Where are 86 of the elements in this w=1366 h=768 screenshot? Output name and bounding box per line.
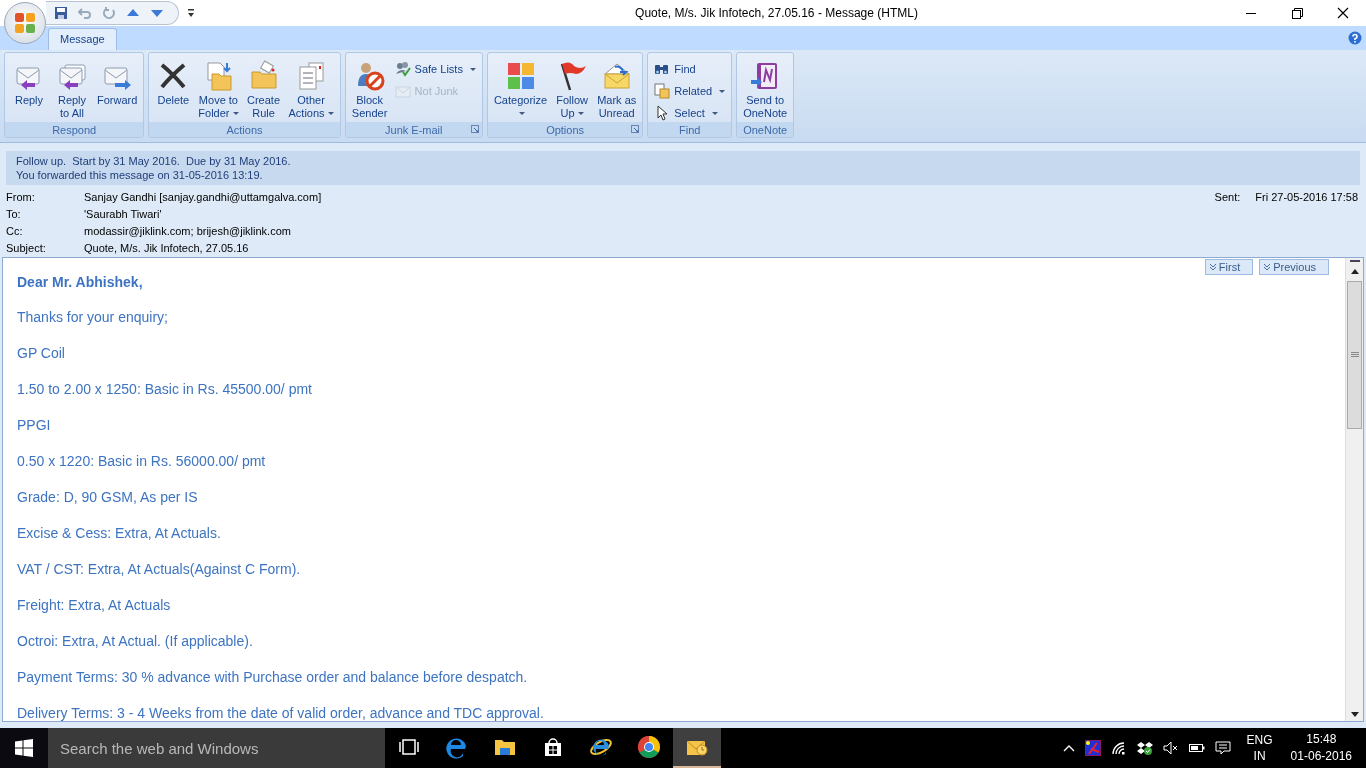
header-value: modassir@jiklink.com; brijesh@jiklink.com — [84, 224, 291, 237]
ribbon-button[interactable]: Forward — [94, 56, 141, 109]
info-text: You forwarded this message on 31-05-2016 13:19. — [16, 168, 264, 182]
caret-icon — [719, 89, 726, 93]
double-chevron-icon — [1208, 263, 1217, 271]
start-button[interactable] — [0, 728, 48, 768]
window-title: Quote, M/s. Jik Infotech, 27.05.16 - Message (HTML) — [634, 6, 919, 20]
group-label: Junk E-mail — [385, 123, 443, 136]
message-paragraph: Excise & Cess: Extra, At Actuals. — [17, 524, 221, 543]
nav-button[interactable]: First — [1204, 259, 1254, 275]
notification-icon[interactable] — [1214, 740, 1231, 756]
documents-icon — [654, 83, 671, 99]
caret-icon — [327, 112, 334, 115]
message-paragraph: Dear Mr. Abhishek, — [17, 273, 143, 292]
chrome-ball-icon — [637, 735, 661, 759]
double-chevron-icon — [1263, 263, 1272, 271]
save-icon[interactable] — [54, 6, 68, 20]
header-label: To: — [6, 207, 22, 220]
group-label: Find — [679, 123, 701, 136]
group-label: Respond — [52, 123, 97, 136]
message-paragraph: 0.50 x 1220: Basic in Rs. 56000.00/ pmt — [17, 452, 266, 471]
ribbon-button[interactable]: Reply to All — [51, 56, 93, 122]
caret-icon — [469, 67, 476, 71]
message-paragraph: Thanks for your enquiry; — [17, 308, 168, 327]
speaker-muted-icon[interactable] — [1162, 741, 1179, 755]
ribbon-button[interactable]: Other Actions — [285, 56, 337, 122]
message-paragraph: VAT / CST: Extra, At Actuals(Against C Form). — [17, 560, 301, 579]
sent-value: Fri 27-05-2016 17:58 — [1255, 190, 1358, 203]
message-paragraph: Grade: D, 90 GSM, As per IS — [17, 488, 198, 507]
search-field[interactable]: Search the web and Windows — [48, 728, 385, 768]
wifi-icon[interactable] — [1110, 741, 1127, 755]
ribbon-button[interactable]: Delete — [152, 56, 195, 109]
message-paragraph: Freight: Extra, At Actuals — [17, 596, 171, 615]
caret-icon — [711, 111, 718, 115]
ribbon-button[interactable]: Send to OneNote — [740, 56, 791, 122]
customize-caret-icon[interactable] — [187, 8, 195, 18]
header-value: Sanjay Gandhi [sanjay.gandhi@uttamgalva.com] — [84, 190, 322, 203]
info-text: Follow up. Start by 31 May 2016. Due by 31 May 2016. — [16, 154, 292, 168]
taskbar-app[interactable] — [673, 728, 721, 768]
battery-icon[interactable] — [1188, 743, 1205, 753]
header-label: Cc: — [6, 224, 24, 237]
chevron-up-icon[interactable] — [1062, 744, 1075, 752]
message-paragraph: Payment Terms: 30 % advance with Purchase order and balance before despatch. — [17, 668, 528, 687]
office-logo-icon — [12, 10, 38, 36]
dialog-launcher-icon[interactable] — [470, 125, 479, 133]
caret-icon — [577, 112, 584, 115]
message-paragraph: Octroi: Extra, At Actual. (If applicable). — [17, 632, 253, 651]
grip-icon — [1350, 352, 1359, 358]
dialog-launcher-icon[interactable] — [631, 125, 640, 133]
clock[interactable]: 15:48 01-06-2016 — [1290, 731, 1352, 765]
ribbon-button[interactable]: Follow Up — [551, 56, 594, 122]
message-paragraph: GP Coil — [17, 344, 65, 363]
ribbon-button[interactable]: Safe Lists — [391, 60, 479, 78]
group-label: Options — [546, 123, 585, 136]
caret-icon — [519, 112, 525, 115]
ribbon-tab[interactable]: Message — [48, 28, 117, 50]
message-paragraph: 1.50 to 2.00 x 1250: Basic in Rs. 45500.00/ pmt — [17, 380, 312, 399]
ribbon-button[interactable]: Find — [651, 60, 729, 78]
language-indicator[interactable]: ENG IN — [1246, 732, 1273, 764]
ribbon-button[interactable]: Block Sender — [348, 56, 391, 122]
ribbon-button[interactable]: Mark as Unread — [594, 56, 640, 122]
header-label: Subject: — [6, 241, 47, 254]
header-label: From: — [6, 190, 36, 203]
group-label: OneNote — [743, 123, 788, 136]
header-value: Quote, M/s. Jik Infotech, 27.05.16 — [84, 241, 249, 254]
dropbox-check-icon[interactable] — [1136, 740, 1153, 756]
envelope-icon — [394, 83, 411, 99]
office-button[interactable] — [4, 2, 46, 44]
help-icon[interactable] — [1348, 31, 1362, 45]
message-paragraph: Delivery Terms: 3 - 4 Weeks from the date of valid order, advance and TDC approval. — [17, 704, 544, 721]
ribbon-button[interactable]: Create Rule — [242, 56, 285, 122]
ribbon-button[interactable]: Reply — [8, 56, 50, 109]
nav-button[interactable]: Previous — [1259, 259, 1329, 275]
ribbon-button[interactable]: Related — [651, 82, 729, 100]
people-check-icon — [394, 61, 411, 77]
windows-logo-icon — [15, 739, 33, 757]
ribbon-button[interactable]: Move to Folder — [195, 56, 242, 122]
caret-icon — [232, 112, 239, 115]
app-tray-icon[interactable] — [1084, 740, 1101, 756]
vertical-scrollbar[interactable] — [1345, 258, 1363, 721]
ribbon-button[interactable]: Categorize — [490, 56, 551, 122]
message-paragraph: PPGI — [17, 416, 51, 435]
group-label: Actions — [226, 123, 263, 136]
sent-label: Sent: — [1214, 190, 1241, 203]
header-value: 'Saurabh Tiwari' — [84, 207, 162, 220]
ribbon-button[interactable]: Select — [651, 104, 729, 122]
